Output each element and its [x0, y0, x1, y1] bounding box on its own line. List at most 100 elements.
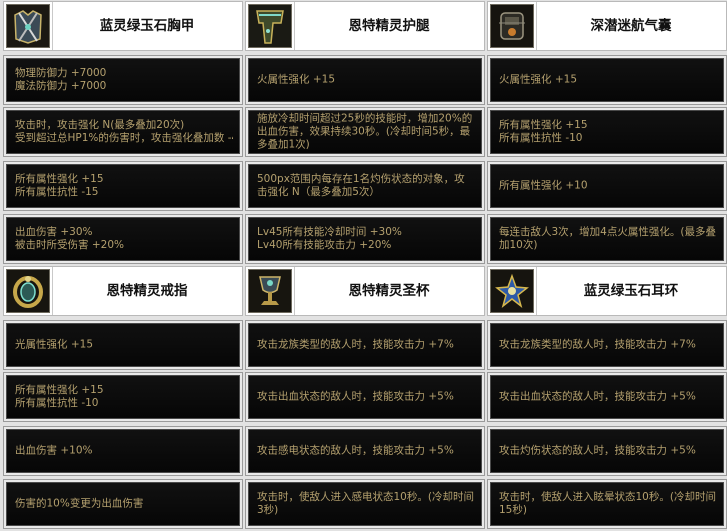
item-header: 恩特精灵戒指 [3, 266, 243, 316]
stat-box: 每连击敌人3次，增加4点火属性强化。(最多叠加10次) [490, 217, 724, 261]
stat-row: 物理防御力 +7000 魔法防御力 +7000 [3, 55, 243, 105]
stat-line: 光属性强化 +15 [15, 338, 93, 351]
stat-box: 攻击龙族类型的敌人时，技能攻击力 +7% [490, 323, 724, 367]
item-header: 蓝灵绿玉石胸甲 [3, 1, 243, 51]
stat-text: 攻击时，攻击强化 N(最多叠加20次) 受到超过总HP1%的伤害时，攻击强化叠加数… [15, 119, 233, 145]
stat-row: 攻击龙族类型的敌人时，技能攻击力 +7% [245, 320, 485, 370]
stat-line: 所有属性强化 +10 [499, 179, 588, 192]
header-divider [52, 267, 53, 315]
stat-row: Lv45所有技能冷却时间 +30% Lv40所有技能攻击力 +20% [245, 214, 485, 264]
stat-box: 所有属性强化 +10 [490, 164, 724, 208]
stat-line: 所有属性强化 +15 [15, 173, 104, 185]
stat-row: 出血伤害 +30% 被击时所受伤害 +20% [3, 214, 243, 264]
stat-row: 出血伤害 +10% [3, 426, 243, 476]
stat-box: 攻击灼伤状态的敌人时，技能攻击力 +5% [490, 429, 724, 473]
stat-text: 每连击敌人3次，增加4点火属性强化。(最多叠加10次) [499, 226, 717, 252]
leg-armor-icon [248, 4, 292, 48]
item-name: 蓝灵绿玉石胸甲 [99, 18, 195, 34]
stat-text: 所有属性强化 +15 所有属性抗性 -15 [15, 173, 233, 199]
stat-row: 攻击灼伤状态的敌人时，技能攻击力 +5% [487, 426, 727, 476]
stat-line: 攻击出血状态的敌人时，技能攻击力 +5% [499, 390, 696, 403]
stat-row: 攻击出血状态的敌人时，技能攻击力 +5% [487, 372, 727, 422]
stat-line: 500px范围内每存在1名灼伤状态的对象，攻击强化 N（最多叠加5次） [257, 173, 465, 198]
ring-icon [6, 269, 50, 313]
stat-line: 攻击灼伤状态的敌人时，技能攻击力 +5% [499, 444, 696, 457]
item-header: 深潜迷航气囊 [487, 1, 727, 51]
stat-text: 攻击龙族类型的敌人时，技能攻击力 +7% [499, 339, 717, 352]
stat-row: 攻击时，使敌人进入感电状态10秒。(冷却时间3秒) [245, 479, 485, 529]
stat-line: 所有属性强化 +15 [15, 384, 104, 396]
stat-box: 攻击龙族类型的敌人时，技能攻击力 +7% [248, 323, 482, 367]
stat-row: 攻击感电状态的敌人时，技能攻击力 +5% [245, 426, 485, 476]
stat-box: 攻击出血状态的敌人时，技能攻击力 +5% [248, 375, 482, 419]
stat-text: 500px范围内每存在1名灼伤状态的对象，攻击强化 N（最多叠加5次） [257, 173, 475, 199]
stat-text: 攻击时，使敌人进入感电状态10秒。(冷却时间3秒) [257, 491, 475, 517]
stat-box: 攻击出血状态的敌人时，技能攻击力 +5% [490, 375, 724, 419]
stat-line: 攻击龙族类型的敌人时，技能攻击力 +7% [499, 338, 696, 351]
earring-icon [490, 269, 534, 313]
stat-box: 攻击时，使敌人进入感电状态10秒。(冷却时间3秒) [248, 482, 482, 526]
stat-box: 物理防御力 +7000 魔法防御力 +7000 [6, 58, 240, 102]
item-name: 恩特精灵圣杯 [348, 283, 430, 299]
stat-box: Lv45所有技能冷却时间 +30% Lv40所有技能攻击力 +20% [248, 217, 482, 261]
stat-line: 魔法防御力 +7000 [15, 80, 107, 92]
stat-line: 受到超过总HP1%的伤害时，攻击强化叠加数 -4 [15, 132, 233, 144]
stat-line: 施放冷却时间超过25秒的技能时，增加20%的出血伤害，效果持续30秒。(冷却时间… [257, 112, 473, 151]
chest-armor-icon [6, 4, 50, 48]
stat-line: 攻击感电状态的敌人时，技能攻击力 +5% [257, 444, 454, 457]
stat-line: 攻击时，使敌人进入感电状态10秒。(冷却时间3秒) [257, 491, 474, 516]
stat-row: 火属性强化 +15 [487, 55, 727, 105]
stat-line: 每连击敌人3次，增加4点火属性强化。(最多叠加10次) [499, 226, 716, 251]
stat-box: 攻击时，攻击强化 N(最多叠加20次) 受到超过总HP1%的伤害时，攻击强化叠加数… [6, 110, 240, 154]
stat-box: 光属性强化 +15 [6, 323, 240, 367]
stat-text: 施放冷却时间超过25秒的技能时，增加20%的出血伤害，效果持续30秒。(冷却时间… [257, 113, 475, 152]
stat-row: 火属性强化 +15 [245, 55, 485, 105]
stat-text: 攻击感电状态的敌人时，技能攻击力 +5% [257, 445, 475, 458]
stat-text: 火属性强化 +15 [257, 74, 475, 87]
stat-line: 火属性强化 +15 [499, 73, 577, 86]
stat-row: 伤害的10%变更为出血伤害 [3, 479, 243, 529]
stat-text: 所有属性强化 +15 所有属性抗性 -10 [15, 384, 233, 410]
stat-box: 所有属性强化 +15 所有属性抗性 -10 [490, 110, 724, 154]
stat-line: 被击时所受伤害 +20% [15, 239, 124, 251]
stat-text: 攻击出血状态的敌人时，技能攻击力 +5% [499, 391, 717, 404]
stat-line: 攻击龙族类型的敌人时，技能攻击力 +7% [257, 338, 454, 351]
item-name: 深潜迷航气囊 [590, 18, 672, 34]
stat-row: 所有属性强化 +15 所有属性抗性 -10 [487, 107, 727, 157]
header-divider [294, 2, 295, 50]
stat-line: 火属性强化 +15 [257, 73, 335, 86]
stat-row: 攻击出血状态的敌人时，技能攻击力 +5% [245, 372, 485, 422]
stat-line: 出血伤害 +10% [15, 444, 93, 457]
stat-line: 攻击出血状态的敌人时，技能攻击力 +5% [257, 390, 454, 403]
header-divider [294, 267, 295, 315]
stat-line: 所有属性抗性 -15 [15, 186, 99, 198]
stat-row: 光属性强化 +15 [3, 320, 243, 370]
stat-line: Lv45所有技能冷却时间 +30% [257, 226, 402, 238]
stat-row: 500px范围内每存在1名灼伤状态的对象，攻击强化 N（最多叠加5次） [245, 161, 485, 211]
stat-line: 伤害的10%变更为出血伤害 [15, 497, 144, 510]
stat-text: 光属性强化 +15 [15, 339, 233, 352]
stat-line: 所有属性抗性 -10 [15, 397, 99, 409]
stat-text: 出血伤害 +30% 被击时所受伤害 +20% [15, 226, 233, 252]
stat-text: Lv45所有技能冷却时间 +30% Lv40所有技能攻击力 +20% [257, 226, 475, 252]
chalice-icon [248, 269, 292, 313]
stat-text: 攻击出血状态的敌人时，技能攻击力 +5% [257, 391, 475, 404]
item-name: 蓝灵绿玉石耳环 [583, 283, 679, 299]
stat-box: 出血伤害 +30% 被击时所受伤害 +20% [6, 217, 240, 261]
header-divider [536, 267, 537, 315]
stat-line: 所有属性强化 +15 [499, 119, 588, 131]
stat-line: 出血伤害 +30% [15, 226, 93, 238]
stat-row: 攻击时，使敌人进入眩晕状态10秒。(冷却时间15秒) [487, 479, 727, 529]
stat-row: 所有属性强化 +15 所有属性抗性 -15 [3, 161, 243, 211]
item-header: 恩特精灵护腿 [245, 1, 485, 51]
stat-box: 火属性强化 +15 [248, 58, 482, 102]
stat-box: 伤害的10%变更为出血伤害 [6, 482, 240, 526]
stat-text: 攻击灼伤状态的敌人时，技能攻击力 +5% [499, 445, 717, 458]
stat-text: 伤害的10%变更为出血伤害 [15, 498, 233, 511]
stat-row: 每连击敌人3次，增加4点火属性强化。(最多叠加10次) [487, 214, 727, 264]
stat-row: 施放冷却时间超过25秒的技能时，增加20%的出血伤害，效果持续30秒。(冷却时间… [245, 107, 485, 157]
stat-line: 攻击时，使敌人进入眩晕状态10秒。(冷却时间15秒) [499, 491, 716, 516]
stat-row: 攻击龙族类型的敌人时，技能攻击力 +7% [487, 320, 727, 370]
air-bladder-icon [490, 4, 534, 48]
stat-text: 攻击龙族类型的敌人时，技能攻击力 +7% [257, 339, 475, 352]
